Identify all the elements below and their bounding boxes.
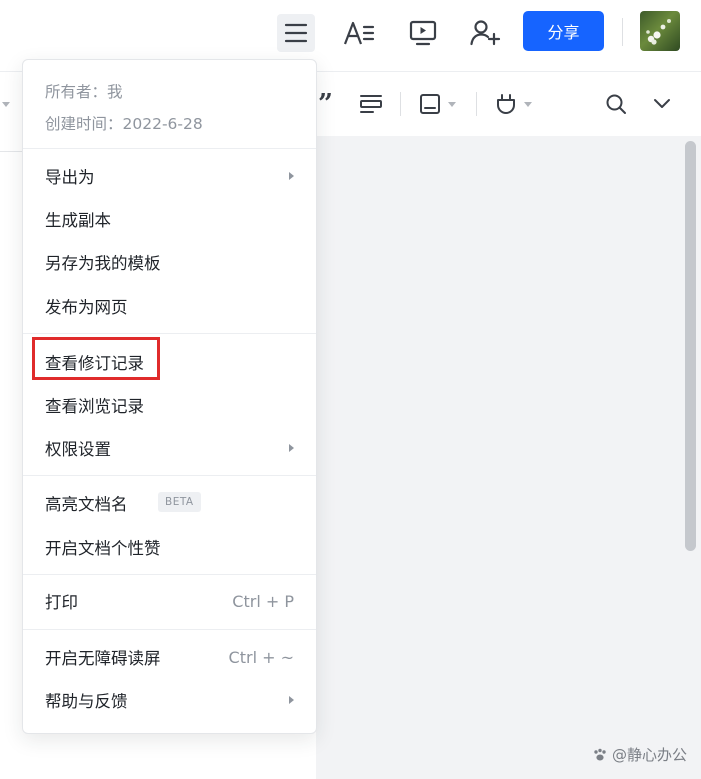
menu-item-label: 高亮文档名: [45, 495, 128, 514]
paw-icon: [594, 748, 606, 760]
submenu-arrow-icon: [289, 172, 294, 180]
menu-divider: [23, 574, 316, 575]
insert-block-icon[interactable]: [419, 72, 456, 136]
submenu-arrow-icon: [289, 696, 294, 704]
menu-item-label: 开启无障碍读屏: [45, 649, 161, 668]
menu-item-publish-web[interactable]: 发布为网页: [23, 287, 316, 325]
highlight-annotation-box: [32, 337, 160, 380]
menu-icon[interactable]: [277, 14, 315, 52]
menu-item-permissions[interactable]: 权限设置: [23, 429, 316, 467]
share-button[interactable]: 分享: [523, 11, 604, 51]
menu-item-view-history[interactable]: 查看浏览记录: [23, 386, 316, 424]
search-icon[interactable]: [605, 72, 627, 136]
menu-item-doc-likes[interactable]: 开启文档个性赞: [23, 528, 316, 566]
submenu-arrow-icon: [289, 444, 294, 452]
quote-icon[interactable]: ”: [318, 72, 333, 136]
text-style-icon[interactable]: [340, 14, 378, 52]
toolbar-divider: [476, 92, 477, 116]
presentation-icon[interactable]: [404, 14, 442, 52]
menu-item-label: 查看浏览记录: [45, 397, 144, 416]
owner-info: 所有者：我: [45, 83, 123, 101]
menu-item-label: 发布为网页: [45, 298, 128, 317]
document-more-menu: 所有者：我 创建时间：2022-6-28 导出为 生成副本 另存为我的模板 发布…: [22, 59, 317, 734]
menu-item-export[interactable]: 导出为: [23, 157, 316, 195]
menu-divider: [23, 148, 316, 149]
chevron-down-icon[interactable]: [652, 72, 672, 136]
beta-badge: BETA: [158, 492, 201, 512]
menu-divider: [23, 333, 316, 334]
menu-divider: [23, 475, 316, 476]
created-info: 创建时间：2022-6-28: [45, 115, 203, 133]
menu-item-label: 另存为我的模板: [45, 254, 161, 273]
menu-item-screen-reader[interactable]: 开启无障碍读屏 Ctrl + ~: [23, 638, 316, 676]
menu-item-save-as-template[interactable]: 另存为我的模板: [23, 243, 316, 281]
menu-item-help-feedback[interactable]: 帮助与反馈: [23, 681, 316, 719]
add-user-icon[interactable]: [466, 14, 504, 52]
watermark: @静心办公: [592, 744, 687, 765]
menu-item-label: 导出为: [45, 168, 95, 187]
vertical-scrollbar[interactable]: [685, 141, 696, 551]
watermark-text: @静心办公: [611, 746, 687, 764]
menu-item-highlight-title[interactable]: 高亮文档名 BETA: [23, 484, 316, 522]
left-panel: [0, 136, 22, 779]
menu-item-label: 生成副本: [45, 211, 111, 230]
menu-item-label: 打印: [45, 593, 78, 612]
header-divider: [622, 18, 623, 46]
menu-item-label: 权限设置: [45, 440, 111, 459]
align-icon[interactable]: [359, 72, 383, 136]
shortcut-hint: Ctrl + P: [232, 591, 294, 611]
menu-item-print[interactable]: 打印 Ctrl + P: [23, 582, 316, 620]
shortcut-hint: Ctrl + ~: [228, 647, 294, 667]
avatar[interactable]: [640, 11, 680, 51]
menu-divider: [23, 629, 316, 630]
menu-item-label: 开启文档个性赞: [45, 539, 161, 558]
menu-item-label: 帮助与反馈: [45, 692, 128, 711]
left-caret-icon[interactable]: [2, 72, 10, 136]
menu-item-make-copy[interactable]: 生成副本: [23, 200, 316, 238]
plugin-icon[interactable]: [495, 72, 532, 136]
toolbar-divider: [400, 92, 401, 116]
document-canvas: [316, 136, 701, 779]
